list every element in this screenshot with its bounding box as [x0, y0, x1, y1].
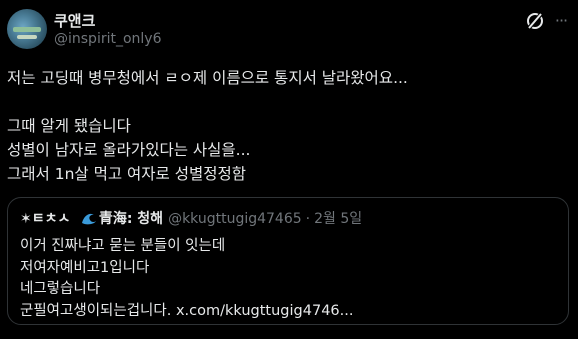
quoted-post-text: 이거 진짜냐고 묻는 분들이 잇는데 저여자예비고1입니다 네그렇습니다 군필여… — [20, 236, 353, 322]
post-line: 성별이 남자로 올라가있다는 사실을... — [7, 141, 251, 159]
quoted-post-header: ✶ㅌㅊㅅ 青海: 청해 @kkugttugig47465 · 2월 5일 — [20, 208, 362, 228]
wave-emoji-icon — [81, 213, 96, 225]
quoted-handle[interactable]: @kkugttugig47465 — [168, 211, 302, 227]
quoted-line: 이거 진짜냐고 묻는 분들이 잇는데 — [20, 238, 226, 254]
separator-dot: · — [305, 211, 311, 227]
post-line: 저는 고딩때 병무청에서 ㄹㅇ제 이름으로 통지서 날라왔어요... — [7, 69, 408, 87]
quoted-display-name-prefix[interactable]: ✶ㅌㅊㅅ — [20, 211, 70, 227]
quoted-line: 군필여고생이되는겁니다. x.com/kkugttugig4746... — [20, 302, 354, 319]
quoted-line: 네그렇습니다 — [20, 281, 101, 297]
quoted-post-card[interactable]: ✶ㅌㅊㅅ 青海: 청해 @kkugttugig47465 · 2월 5일 이거 진짜냐… — [7, 197, 569, 325]
post-line-break — [7, 90, 567, 114]
quoted-line: 저여자예비고1입니다 — [20, 259, 150, 276]
grok-icon[interactable] — [524, 10, 546, 32]
more-options-icon[interactable]: ··· — [551, 12, 571, 32]
post-line: 그래서 1n살 먹고 여자로 성별정정함 — [7, 165, 247, 183]
quoted-date[interactable]: 2월 5일 — [314, 211, 362, 227]
avatar[interactable] — [7, 9, 47, 49]
post-text: 저는 고딩때 병무청에서 ㄹㅇ제 이름으로 통지서 날라왔어요... 그때 알게… — [7, 66, 567, 186]
author-handle[interactable]: @inspirit_only6 — [54, 31, 162, 47]
post-line: 그때 알게 됐습니다 — [7, 117, 131, 135]
post-header: 쿠앤크 @inspirit_only6 ··· — [0, 0, 578, 60]
author-display-name[interactable]: 쿠앤크 — [54, 10, 95, 31]
quoted-display-name-suffix[interactable]: 青海: 청해 — [99, 211, 163, 227]
